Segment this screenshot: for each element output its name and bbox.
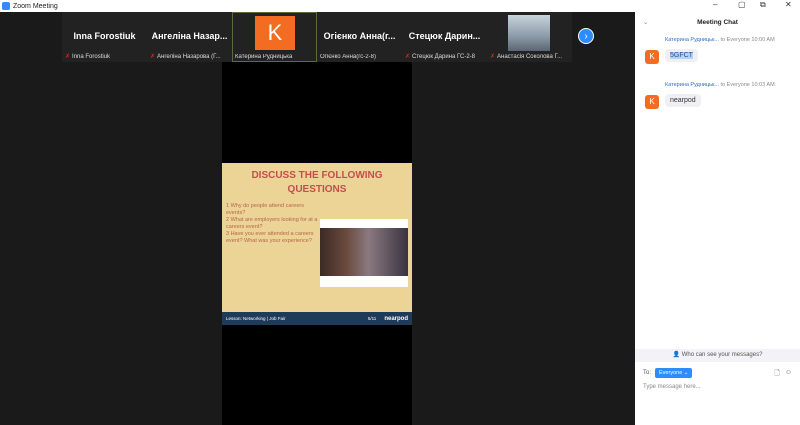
- participant-tile[interactable]: Огієнко Анна(г... Огієнко Анна(гс-2-8): [317, 12, 402, 62]
- question: 1 Why do people attend careers events?: [226, 203, 304, 216]
- nearpod-logo: nearpod: [384, 315, 408, 322]
- participant-display-name: Ангеліна Назар...: [151, 31, 228, 41]
- file-icon[interactable]: 🗋: [774, 369, 780, 380]
- participant-strip: Inna Forostiuk ✗ Inna Forostiuk Ангеліна …: [62, 12, 572, 62]
- meeting-area: Inna Forostiuk ✗ Inna Forostiuk Ангеліна …: [0, 12, 633, 425]
- muted-mic-icon: ✗: [150, 54, 156, 60]
- chat-panel: ⌄ Meeting Chat Катерина Рудницьк... to Ev…: [635, 12, 800, 425]
- slide-questions: 1 Why do people attend careers events? 2…: [226, 203, 321, 245]
- message-text: 5GFCT: [670, 52, 693, 59]
- question: 3 Have you ever attended a careers event…: [226, 231, 314, 244]
- close-button[interactable]: ✕: [785, 0, 792, 9]
- lesson-label: Lesson: Networking | Job Fair: [226, 316, 286, 321]
- recipient: to Everyone: [720, 82, 750, 88]
- participant-display-name: Стецюк Дарин...: [408, 31, 481, 41]
- participant-name: Ангеліна Назарова (Г...: [157, 54, 221, 60]
- title-bar: Zoom Meeting – ▢ ⧉ ✕: [0, 0, 800, 12]
- participant-tile-active[interactable]: K Катерина Рудницька: [232, 12, 317, 62]
- who-can-see-link[interactable]: 👤 Who can see your messages?: [635, 349, 800, 362]
- participant-name: Стецюк Дарина ГС-2-8: [412, 54, 475, 60]
- slide: DISCUSS THE FOLLOWING QUESTIONS 1 Why do…: [222, 163, 412, 325]
- chevron-down-icon[interactable]: ⌄: [643, 12, 648, 34]
- recipient-dropdown[interactable]: Everyone ⌄: [655, 368, 693, 378]
- avatar: K: [645, 95, 659, 109]
- page-number: 5/11: [367, 316, 377, 321]
- chat-message: Катерина Рудницьк... to Everyone 10:00 A…: [635, 34, 800, 79]
- chat-message: Катерина Рудницьк... to Everyone 10:03 A…: [635, 79, 800, 124]
- emoji-icon[interactable]: ☺: [785, 369, 792, 380]
- participant-name: Inna Forostiuk: [72, 54, 111, 60]
- participant-tile[interactable]: ✗ Анастасія Соколова Г...: [487, 12, 572, 62]
- slide-title: DISCUSS THE FOLLOWING QUESTIONS: [251, 170, 383, 195]
- slide-footer: Lesson: Networking | Job Fair 5/11 nearp…: [222, 312, 412, 325]
- shared-screen: DISCUSS THE FOLLOWING QUESTIONS 1 Why do…: [222, 62, 412, 425]
- zoom-logo-icon: [2, 2, 10, 10]
- participant-display-name: Inna Forostiuk: [73, 31, 136, 41]
- to-label: To:: [643, 370, 652, 376]
- minimize-button[interactable]: –: [713, 0, 717, 9]
- timestamp: 10:03 AM: [751, 82, 775, 88]
- people-icon: 👤: [672, 352, 681, 358]
- participant-display-name: Огієнко Анна(г...: [323, 31, 396, 41]
- participant-name: Катерина Рудницька: [235, 54, 293, 60]
- maximize-button[interactable]: ▢: [738, 0, 746, 9]
- avatar: K: [255, 16, 295, 50]
- timestamp: 10:00 AM: [751, 37, 775, 43]
- next-page-button[interactable]: ›: [578, 28, 594, 44]
- sender: Катерина Рудницьк...: [665, 82, 719, 88]
- sender: Катерина Рудницьк...: [665, 37, 719, 43]
- message-input[interactable]: Type message here...: [643, 384, 701, 390]
- participant-tile[interactable]: Inna Forostiuk ✗ Inna Forostiuk: [62, 12, 147, 62]
- participant-video: [508, 15, 550, 51]
- participant-tile[interactable]: Ангеліна Назар... ✗ Ангеліна Назарова (Г.…: [147, 12, 232, 62]
- participant-tile[interactable]: Стецюк Дарин... ✗ Стецюк Дарина ГС-2-8: [402, 12, 487, 62]
- window-title: Zoom Meeting: [13, 2, 58, 10]
- muted-mic-icon: ✗: [65, 54, 71, 60]
- recipient: to Everyone: [720, 37, 750, 43]
- slide-photo: [320, 219, 408, 287]
- muted-mic-icon: ✗: [405, 54, 411, 60]
- participant-name: Анастасія Соколова Г...: [497, 54, 563, 60]
- restore-button[interactable]: ⧉: [760, 0, 766, 10]
- question: 2 What are employers looking for at a ca…: [226, 217, 318, 230]
- avatar: K: [645, 50, 659, 64]
- participant-name: Огієнко Анна(гс-2-8): [320, 54, 376, 60]
- message-text: nearpod: [670, 97, 696, 104]
- chat-title: Meeting Chat: [697, 19, 738, 26]
- muted-mic-icon: ✗: [490, 54, 496, 60]
